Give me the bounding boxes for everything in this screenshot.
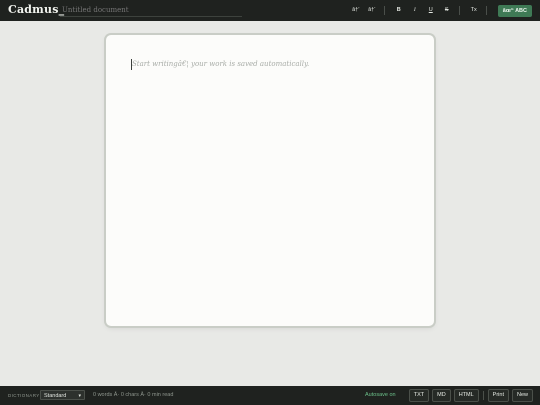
dictionary-label: DICTIONARY bbox=[8, 393, 40, 398]
word-count: 0 words Â· 0 chars Â· 0 min read bbox=[93, 392, 174, 398]
status-bar: DICTIONARY Standard ▾ 0 words Â· 0 chars… bbox=[0, 386, 540, 405]
chevron-down-icon: ▾ bbox=[78, 393, 81, 399]
export-txt-button[interactable]: TXT bbox=[408, 389, 430, 402]
document-title-input[interactable] bbox=[60, 4, 242, 17]
decrease-font-button[interactable]: â†’ bbox=[349, 4, 363, 17]
dictionary-select[interactable]: Standard ▾ bbox=[40, 390, 85, 400]
toolbar-divider bbox=[383, 6, 385, 15]
underline-button[interactable]: U bbox=[424, 4, 438, 17]
export-md-button[interactable]: MD bbox=[432, 389, 451, 402]
italic-button[interactable]: I bbox=[408, 4, 422, 17]
print-button[interactable]: Print bbox=[487, 389, 509, 402]
increase-font-button[interactable]: â†‘ bbox=[365, 4, 379, 17]
dictionary-selected-value: Standard bbox=[44, 393, 67, 399]
new-document-button[interactable]: New bbox=[511, 389, 533, 402]
toolbar-divider bbox=[485, 6, 487, 15]
formatting-tools: â†’ â†‘ B I U S Tx âœ“ ABC bbox=[347, 3, 532, 18]
top-toolbar: Cadmus_ â†’ â†‘ B I U S Tx âœ“ ABC bbox=[0, 0, 540, 21]
editor-page[interactable] bbox=[106, 35, 434, 326]
export-actions: TXT MD HTML Print New bbox=[406, 389, 533, 402]
toolbar-divider bbox=[458, 6, 460, 15]
bold-button[interactable]: B bbox=[392, 4, 406, 17]
strikethrough-button[interactable]: S bbox=[440, 4, 454, 17]
export-html-button[interactable]: HTML bbox=[453, 389, 479, 402]
app-logo: Cadmus_ bbox=[8, 3, 65, 16]
spellcheck-toggle-button[interactable]: âœ“ ABC bbox=[497, 4, 532, 17]
autosave-status: Autosave on bbox=[365, 392, 396, 398]
clear-formatting-button[interactable]: Tx bbox=[467, 4, 481, 17]
editor-placeholder: Start writingâ€¦ your work is saved auto… bbox=[132, 60, 310, 68]
statusbar-divider bbox=[482, 391, 484, 400]
